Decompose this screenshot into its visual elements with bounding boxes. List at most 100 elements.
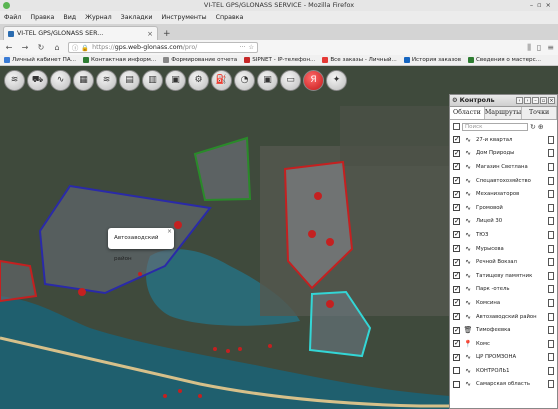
- bookmark-item[interactable]: Все заказы - Личный...: [322, 57, 397, 63]
- prev-icon[interactable]: ‹: [516, 97, 523, 104]
- library-icon[interactable]: ⫼: [527, 43, 531, 53]
- bookmark-item[interactable]: SIPNET - IP-телефон...: [244, 57, 315, 63]
- yandex-icon[interactable]: Я: [303, 69, 324, 91]
- document-icon[interactable]: [548, 230, 554, 239]
- item-checkbox[interactable]: [453, 190, 460, 198]
- truck-icon[interactable]: ⛟: [27, 69, 48, 91]
- list-item[interactable]: ∿ Дом Природы: [450, 147, 557, 161]
- item-checkbox[interactable]: [453, 367, 460, 375]
- list-item[interactable]: ∿ Магазин Светлана: [450, 160, 557, 174]
- menu-help[interactable]: Справка: [216, 14, 244, 21]
- bookmark-item[interactable]: Формирование отчета: [163, 57, 237, 63]
- item-checkbox[interactable]: [453, 162, 460, 171]
- forward-icon[interactable]: →: [20, 43, 30, 52]
- item-checkbox[interactable]: [453, 298, 460, 307]
- vehicle-marker[interactable]: [314, 192, 322, 200]
- panel-header[interactable]: ⚙ Контроль ‹ › – ▫ ×: [450, 95, 557, 107]
- tab-points[interactable]: Точки: [522, 107, 557, 119]
- route-icon[interactable]: ∿: [50, 69, 71, 91]
- vehicle-marker[interactable]: [326, 300, 334, 308]
- vehicle-marker[interactable]: [78, 288, 86, 296]
- list-item[interactable]: ∿ Механизаторов: [450, 187, 557, 201]
- item-checkbox[interactable]: [453, 271, 460, 280]
- card-icon[interactable]: ▭: [280, 69, 301, 91]
- menu-history[interactable]: Журнал: [85, 14, 112, 21]
- list-item[interactable]: ∿ КОНТРОЛЬ1: [450, 364, 557, 378]
- item-checkbox[interactable]: [453, 339, 460, 348]
- document-icon[interactable]: [548, 203, 554, 212]
- vehicle-marker[interactable]: [174, 221, 182, 229]
- item-checkbox[interactable]: [453, 149, 460, 157]
- document-icon[interactable]: [548, 271, 554, 280]
- document-icon[interactable]: [548, 326, 554, 335]
- menu-tools[interactable]: Инструменты: [162, 14, 207, 21]
- gear-icon[interactable]: ⚙: [188, 69, 209, 91]
- bookmark-item[interactable]: Контактная информ...: [83, 57, 156, 63]
- layers-icon[interactable]: ≋: [4, 69, 25, 91]
- list-item[interactable]: ∿ 27-и квартал: [450, 133, 557, 147]
- info-icon[interactable]: ⓘ: [72, 43, 78, 52]
- fuel-icon[interactable]: ⛽: [211, 69, 232, 91]
- list-item[interactable]: 🗑Тимофеевка: [450, 323, 557, 337]
- document-icon[interactable]: [548, 176, 554, 185]
- minimize-icon[interactable]: –: [532, 97, 539, 104]
- reload-icon[interactable]: ↻: [36, 43, 46, 52]
- document-icon[interactable]: [548, 353, 554, 362]
- list-item[interactable]: ∿ Речной Вокзал: [450, 255, 557, 269]
- camera-icon[interactable]: ▣: [257, 69, 278, 91]
- document-icon[interactable]: [548, 298, 554, 307]
- layers-alt-icon[interactable]: ≋: [96, 69, 117, 91]
- item-checkbox[interactable]: [453, 353, 460, 361]
- search-input[interactable]: Поиск: [462, 122, 528, 131]
- speed-icon[interactable]: ◔: [234, 69, 255, 91]
- menu-file[interactable]: Файл: [4, 14, 21, 21]
- document-icon[interactable]: [548, 217, 554, 226]
- map-icon[interactable]: ▦: [73, 69, 94, 91]
- back-icon[interactable]: ←: [4, 43, 14, 52]
- item-checkbox[interactable]: [453, 380, 460, 388]
- refresh-icon[interactable]: ↻: [530, 123, 536, 131]
- new-tab-button[interactable]: +: [158, 29, 176, 40]
- list-item[interactable]: ∿ Автозаводский район: [450, 310, 557, 324]
- select-all-checkbox[interactable]: [453, 123, 460, 130]
- tab-close-button[interactable]: ×: [147, 30, 153, 38]
- menu-bookmarks[interactable]: Закладки: [121, 14, 153, 21]
- list-item[interactable]: ∿ Громовой: [450, 201, 557, 215]
- list-item[interactable]: ∿ Самарская область: [450, 378, 557, 392]
- tab-routes[interactable]: Маршруты: [485, 107, 523, 119]
- list-item[interactable]: 📍Комс: [450, 337, 557, 351]
- document-icon[interactable]: [548, 312, 554, 321]
- list-item[interactable]: ∿ Татищеву памятник: [450, 269, 557, 283]
- document-icon[interactable]: [548, 366, 554, 375]
- add-icon[interactable]: ⊕: [538, 123, 544, 131]
- item-checkbox[interactable]: [453, 230, 460, 239]
- list-item[interactable]: ∿ Парк -отель: [450, 283, 557, 297]
- item-checkbox[interactable]: [453, 312, 460, 321]
- vehicle-marker[interactable]: [308, 230, 316, 238]
- bookmark-item[interactable]: История заказов: [403, 57, 461, 63]
- document-icon[interactable]: [548, 135, 554, 144]
- bookmark-item[interactable]: Личный кабинет ПА...: [4, 57, 76, 63]
- next-icon[interactable]: ›: [524, 97, 531, 104]
- home-icon[interactable]: ⌂: [52, 43, 62, 52]
- tab-vitel[interactable]: VI-TEL GPS/GLONASS SER... ×: [3, 26, 158, 40]
- item-checkbox[interactable]: [453, 217, 460, 225]
- document-icon[interactable]: [548, 380, 554, 389]
- list-item[interactable]: ∿ Комсина: [450, 296, 557, 310]
- tab-areas[interactable]: Области: [450, 107, 485, 119]
- document-icon[interactable]: [548, 258, 554, 267]
- list-item[interactable]: ∿ Лицей 30: [450, 215, 557, 229]
- bookmark-star-icon[interactable]: ☆: [248, 44, 254, 51]
- maximize-icon[interactable]: ▫: [540, 97, 547, 104]
- list-item[interactable]: ∿ ТЮЗ: [450, 228, 557, 242]
- menu-view[interactable]: Вид: [63, 14, 76, 21]
- document-icon[interactable]: [548, 162, 554, 171]
- item-checkbox[interactable]: [453, 203, 460, 212]
- document-icon[interactable]: [548, 339, 554, 348]
- list-item[interactable]: ∿ Мурысева: [450, 242, 557, 256]
- document-icon[interactable]: [548, 190, 554, 199]
- clipboard-icon[interactable]: ▣: [165, 69, 186, 91]
- item-checkbox[interactable]: [453, 326, 460, 334]
- document-icon[interactable]: [548, 149, 554, 158]
- url-bar[interactable]: ⓘ 🔒 https://gps.web-glonass.com/pro/ ···…: [68, 42, 258, 53]
